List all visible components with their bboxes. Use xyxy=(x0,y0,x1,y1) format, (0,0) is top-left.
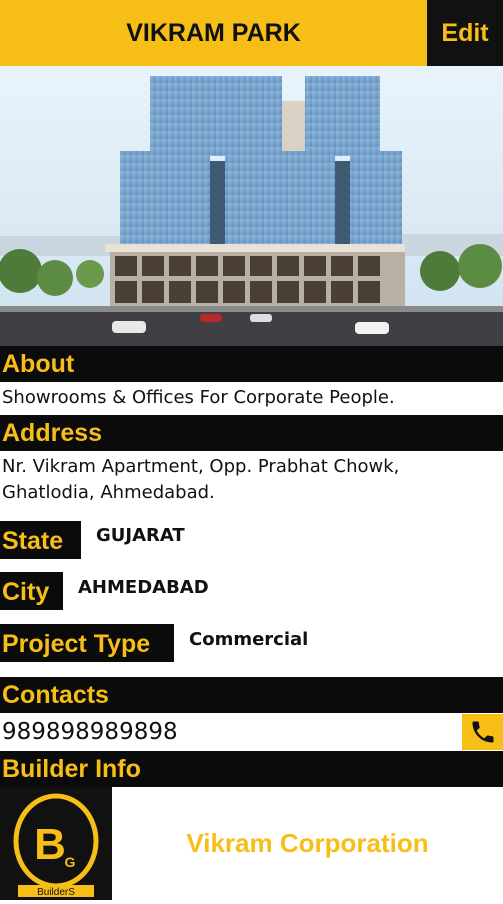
svg-text:G: G xyxy=(65,854,76,870)
call-button[interactable] xyxy=(462,714,503,750)
address-line-2: Ghatlodia, Ahmedabad. xyxy=(2,482,215,503)
project-type-value: Commercial xyxy=(189,629,309,650)
svg-text:B: B xyxy=(34,820,66,869)
address-heading: Address xyxy=(0,415,503,451)
city-label: City xyxy=(0,572,63,610)
phone-number: 989898989898 xyxy=(2,719,178,745)
address-line-1: Nr. Vikram Apartment, Opp. Prabhat Chowk… xyxy=(2,456,400,477)
about-text: Showrooms & Offices For Corporate People… xyxy=(2,387,395,408)
project-image xyxy=(0,66,503,346)
contact-row: 989898989898 xyxy=(0,714,503,750)
builder-logo: B G BuilderS xyxy=(0,787,112,900)
builder-name: Vikram Corporation xyxy=(186,828,429,858)
builder-logo-caption: BuilderS xyxy=(37,887,75,898)
page-title: VIKRAM PARK xyxy=(126,18,301,47)
edit-button[interactable]: Edit xyxy=(427,0,503,66)
phone-icon xyxy=(472,721,493,743)
contacts-heading: Contacts xyxy=(0,677,503,713)
state-label: State xyxy=(0,521,81,559)
project-type-label: Project Type xyxy=(0,624,174,662)
builder-info-heading: Builder Info xyxy=(0,751,503,787)
top-bar: VIKRAM PARK Edit xyxy=(0,0,503,66)
about-heading: About xyxy=(0,346,503,382)
city-value: AHMEDABAD xyxy=(78,577,209,598)
state-value: GUJARAT xyxy=(96,525,185,546)
